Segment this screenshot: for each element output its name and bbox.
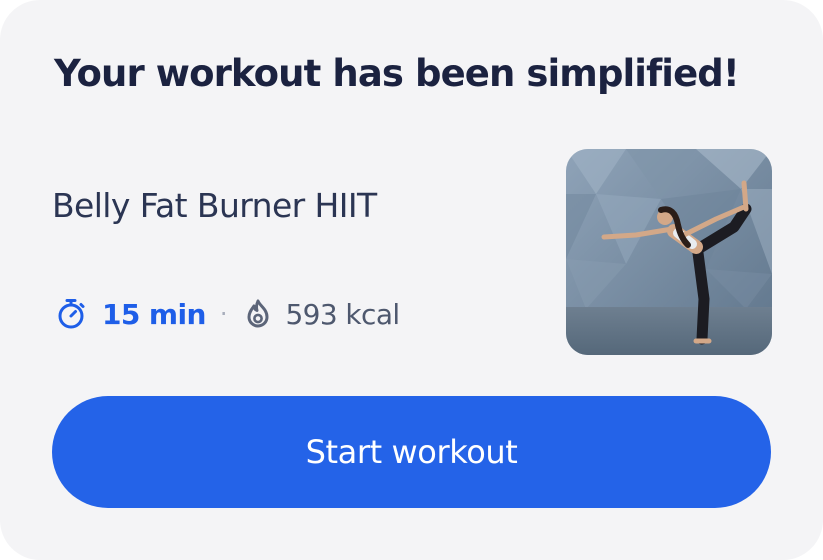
meta-separator: · bbox=[219, 300, 228, 328]
yoga-pose-image bbox=[566, 149, 772, 355]
duration-value: 15 min bbox=[102, 297, 206, 331]
workout-card: Your workout has been simplified! Belly … bbox=[0, 0, 823, 560]
workout-name: Belly Fat Burner HIIT bbox=[52, 186, 377, 225]
calories-value: 593 kcal bbox=[285, 297, 400, 331]
workout-thumbnail bbox=[566, 149, 772, 355]
workout-meta: 15 min · 593 kcal bbox=[54, 292, 400, 336]
flame-icon bbox=[241, 297, 275, 331]
stopwatch-icon bbox=[54, 297, 88, 331]
start-workout-button[interactable]: Start workout bbox=[52, 396, 771, 508]
card-title: Your workout has been simplified! bbox=[54, 52, 740, 95]
